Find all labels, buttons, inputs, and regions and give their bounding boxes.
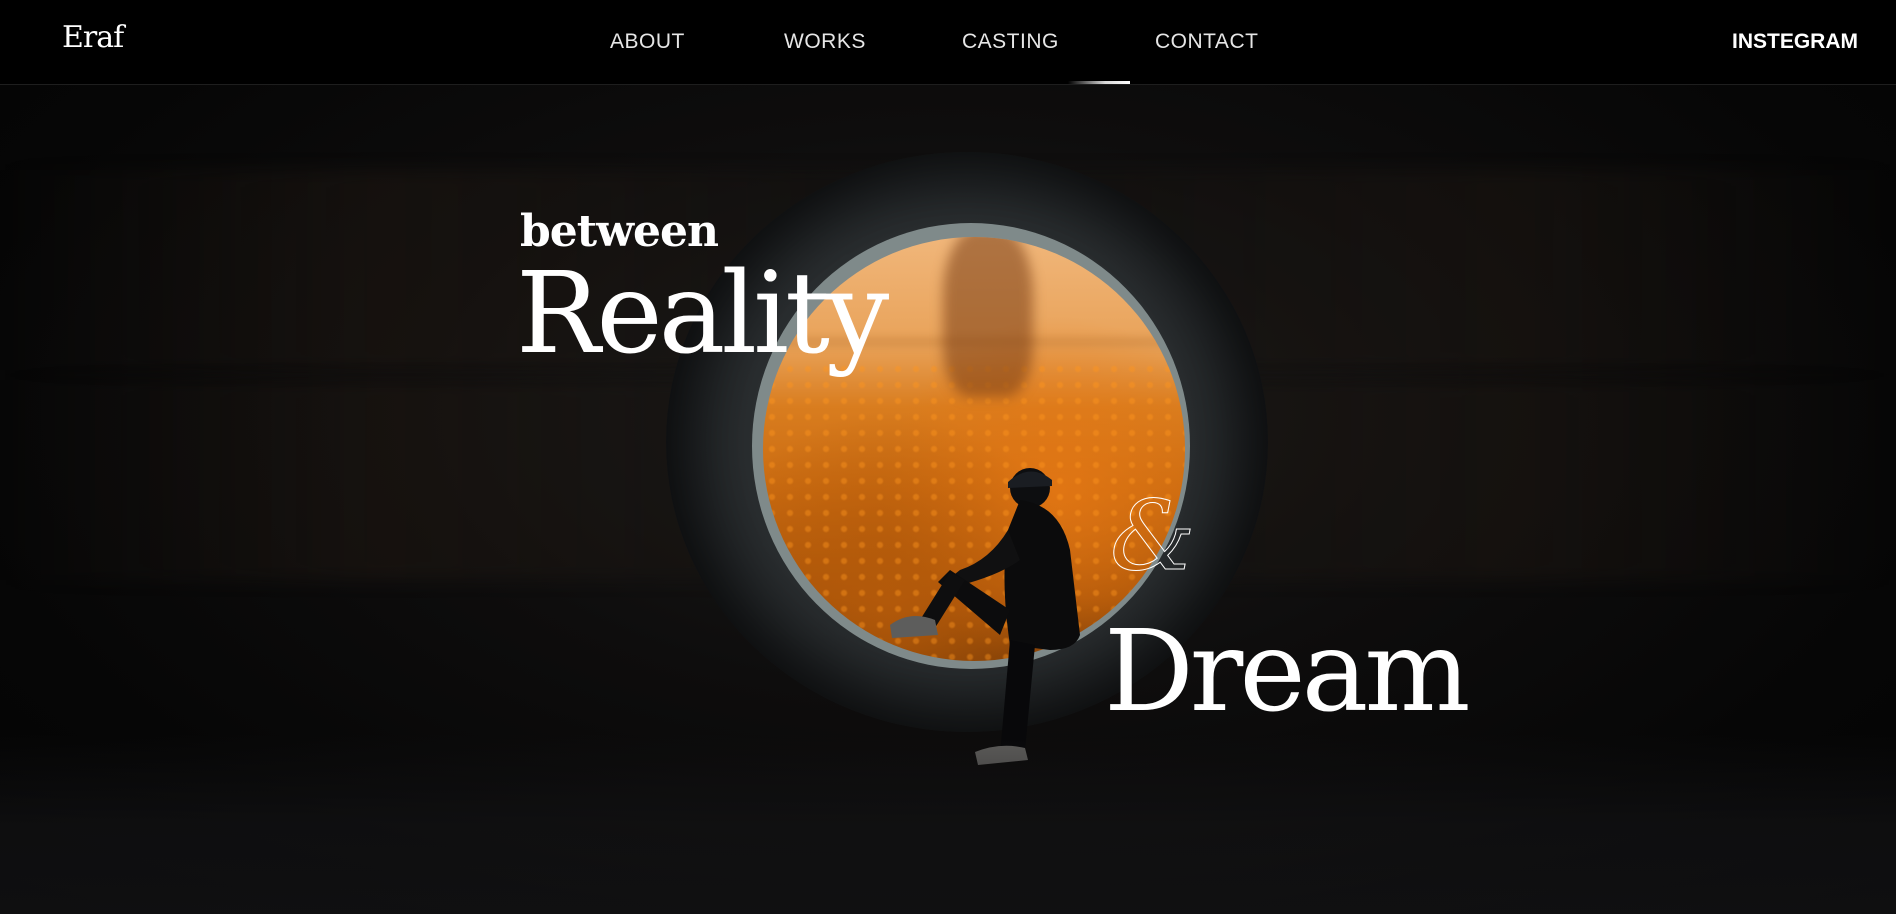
instagram-link[interactable]: INSTEGRAM — [1732, 30, 1858, 54]
header: Eraf ABOUT WORKS CASTING CONTACT INSTEGR… — [0, 0, 1896, 85]
page: Eraf ABOUT WORKS CASTING CONTACT INSTEGR… — [0, 0, 1896, 914]
headline-ampersand: & — [1109, 480, 1196, 593]
floor-shadow — [0, 734, 1896, 914]
headline-reality: Reality — [516, 249, 889, 379]
nav-item-about[interactable]: ABOUT — [610, 30, 685, 54]
nav-item-contact[interactable]: CONTACT — [1155, 30, 1258, 54]
nav-item-casting[interactable]: CASTING — [962, 30, 1059, 54]
headline-dream: Dream — [1104, 607, 1471, 737]
main-nav: ABOUT WORKS CASTING CONTACT — [0, 30, 1896, 60]
nav-item-works[interactable]: WORKS — [784, 30, 866, 54]
blurred-figure — [943, 237, 1033, 397]
nav-hover-indicator — [1068, 81, 1130, 84]
